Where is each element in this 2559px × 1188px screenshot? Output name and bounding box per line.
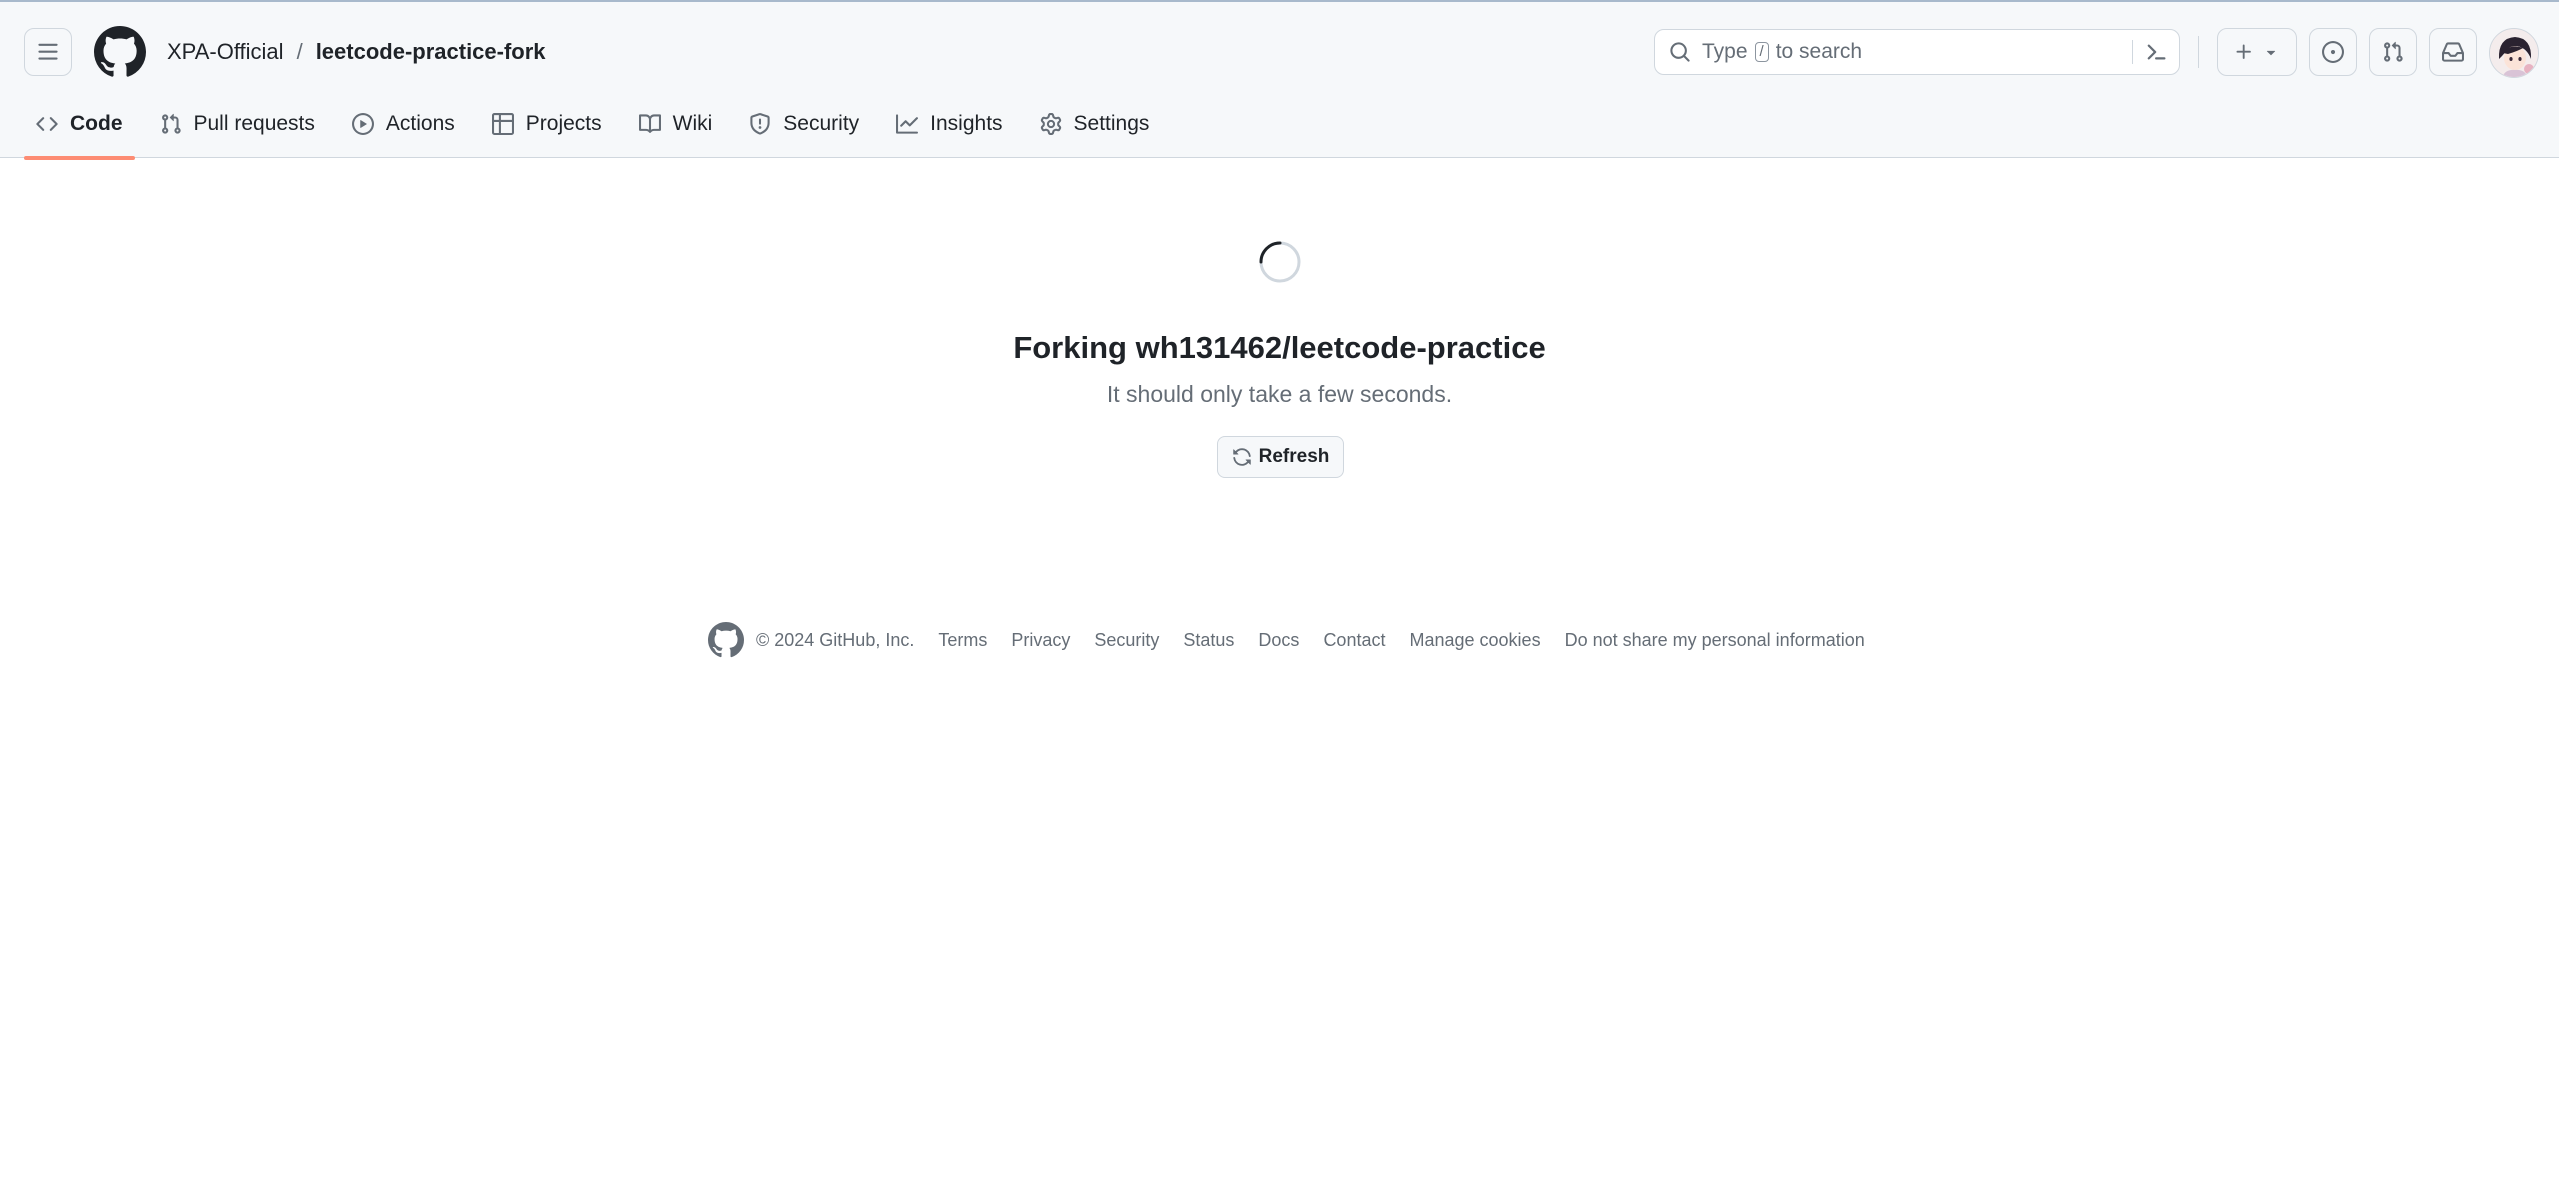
search-icon — [1670, 42, 1690, 62]
git-pull-request-icon — [161, 113, 181, 134]
git-pull-request-icon — [2384, 41, 2403, 62]
table-icon — [491, 113, 514, 135]
shield-icon — [750, 113, 770, 135]
code-icon — [36, 117, 58, 131]
search-placeholder: Type / to search — [1702, 30, 1862, 74]
open-menu-button[interactable] — [24, 28, 72, 76]
search-placeholder-suffix: to search — [1775, 40, 1863, 63]
footer-link-do-not-share[interactable]: Do not share my personal information — [1565, 630, 1865, 651]
github-logo-icon[interactable] — [708, 622, 744, 658]
footer-link-docs[interactable]: Docs — [1258, 630, 1299, 651]
page-footer: © 2024 GitHub, Inc. Terms Privacy Securi… — [708, 620, 1865, 660]
refresh-button[interactable]: Refresh — [1217, 436, 1344, 478]
tab-code-label: Code — [70, 112, 123, 135]
triangle-down-icon — [2266, 50, 2276, 56]
loading-spinner-icon — [1259, 241, 1301, 283]
tab-insights[interactable]: Insights — [884, 102, 1014, 160]
search-input[interactable]: Type / to search — [1654, 29, 2180, 75]
refresh-button-label: Refresh — [1258, 446, 1330, 467]
search-shortcut-key: / — [1754, 42, 1769, 62]
command-palette-icon[interactable] — [2143, 40, 2167, 64]
tab-pull-requests-label: Pull requests — [193, 112, 315, 135]
breadcrumb-owner-link[interactable]: XPA-Official — [167, 36, 284, 68]
app-header: XPA-Official / leetcode-practice-fork Ty… — [0, 0, 2559, 160]
breadcrumb-separator: / — [296, 39, 303, 64]
fork-progress-panel: Forking wh131462/leetcode-practice It sh… — [0, 158, 2559, 578]
tab-code[interactable]: Code — [24, 102, 135, 160]
tab-settings[interactable]: Settings — [1028, 102, 1162, 160]
your-pull-requests-button[interactable] — [2369, 28, 2417, 76]
footer-link-privacy[interactable]: Privacy — [1011, 630, 1070, 651]
tab-wiki-label: Wiki — [672, 112, 713, 135]
tab-security[interactable]: Security — [737, 102, 871, 160]
footer-link-terms[interactable]: Terms — [938, 630, 987, 651]
issue-opened-icon — [2322, 41, 2344, 63]
fork-subtitle: It should only take a few seconds. — [1106, 381, 1453, 407]
footer-link-contact[interactable]: Contact — [1323, 630, 1385, 651]
tab-wiki[interactable]: Wiki — [627, 102, 725, 160]
footer-copyright: © 2024 GitHub, Inc. — [756, 629, 915, 650]
play-icon — [351, 113, 374, 135]
notifications-button[interactable] — [2429, 28, 2477, 76]
book-icon — [638, 114, 661, 133]
inbox-icon — [2442, 42, 2464, 62]
tab-security-label: Security — [783, 112, 860, 135]
sync-icon — [1232, 448, 1251, 466]
fork-title: Forking wh131462/leetcode-practice — [1013, 330, 1546, 365]
tab-settings-label: Settings — [1073, 112, 1150, 135]
breadcrumb: XPA-Official / leetcode-practice-fork — [167, 36, 546, 68]
gear-icon — [1040, 113, 1061, 135]
repo-navigation: Code Pull requests Actions Projects Wiki… — [24, 102, 1174, 160]
github-logo-icon[interactable] — [94, 26, 146, 78]
tab-actions-label: Actions — [385, 112, 455, 135]
footer-link-status[interactable]: Status — [1183, 630, 1234, 651]
tab-pull-requests[interactable]: Pull requests — [148, 102, 327, 160]
create-new-button[interactable] — [2217, 28, 2297, 76]
footer-link-security[interactable]: Security — [1094, 630, 1159, 651]
avatar-image-icon — [2490, 29, 2538, 77]
search-divider — [2132, 40, 2133, 64]
tab-projects-label: Projects — [525, 112, 602, 135]
your-issues-button[interactable] — [2309, 28, 2357, 76]
user-avatar[interactable] — [2489, 28, 2539, 78]
top-bar: XPA-Official / leetcode-practice-fork Ty… — [0, 2, 2559, 102]
graph-icon — [896, 114, 919, 134]
footer-link-manage-cookies[interactable]: Manage cookies — [1409, 630, 1540, 651]
search-placeholder-prefix: Type — [1702, 40, 1748, 63]
tab-insights-label: Insights — [930, 112, 1003, 135]
plus-icon — [2236, 44, 2251, 59]
header-divider — [2198, 36, 2199, 68]
tab-projects[interactable]: Projects — [480, 102, 614, 160]
tab-actions[interactable]: Actions — [340, 102, 467, 160]
breadcrumb-repo-link[interactable]: leetcode-practice-fork — [316, 36, 546, 68]
hamburger-icon — [38, 43, 58, 60]
